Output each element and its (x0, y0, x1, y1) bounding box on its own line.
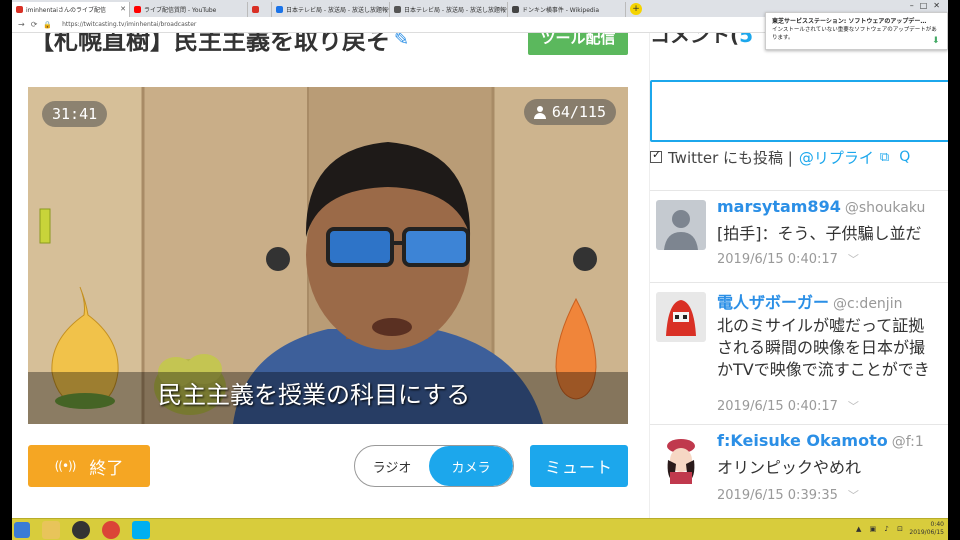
comment-text: 北のミサイルが嘘だって証拠 される瞬間の映像を日本が撮 かTVで映像で流すことが… (717, 316, 930, 379)
browser-tab[interactable]: 日本テレビ局 - 放送局 - 放送し放題報告 (272, 2, 390, 17)
search-icon[interactable]: Q (899, 149, 910, 165)
comment-text: [拍手]：そう、子供騙し並だ (717, 224, 922, 243)
notification-body: インストールされていない重要なソフトウェアのアップデートがあります。 (772, 26, 937, 41)
forward-icon[interactable]: → (18, 20, 25, 29)
window-controls[interactable]: –□✕ (910, 1, 946, 10)
browser-tab[interactable]: iminhentaiさんのライブ配信 ✕ (12, 2, 130, 17)
person-icon (533, 105, 546, 119)
browser-tab[interactable]: 日本テレビ局 - 放送局 - 放送し放題報告 (390, 2, 508, 17)
comment-time: 2019/6/15 0:39:35 (717, 488, 838, 503)
comment-author-handle: @shoukaku (844, 200, 926, 216)
url-field[interactable]: https://twitcasting.tv/iminhentai/broadc… (62, 21, 196, 28)
twitter-post-label: Twitter にも投稿 | (668, 148, 793, 167)
stream-timer: 31:41 (42, 101, 108, 127)
caption-overlay: 民主主義を授業の科目にする (28, 372, 628, 424)
comment-input[interactable] (650, 80, 948, 142)
wikipedia-icon (512, 6, 519, 13)
tab-label: iminhentaiさんのライブ配信 (26, 7, 106, 14)
tab-favicon-icon (252, 6, 259, 13)
end-broadcast-button[interactable]: ((•)) 終了 (28, 445, 150, 487)
update-icon: ⬇ (932, 36, 940, 46)
comment-time: 2019/6/15 0:40:17 (717, 252, 838, 267)
chevron-down-icon[interactable]: ﹀ (848, 489, 859, 502)
browser-tab[interactable]: ドンキン横事件 - Wikipedia (508, 2, 626, 17)
comment-count: 5 (739, 33, 754, 47)
comment-author-name[interactable]: 電人ザボーガー (717, 293, 829, 312)
tab-label: 日本テレビ局 - 放送局 - 放送し放題報告 (286, 7, 390, 14)
video-player: 31:41 64/115 民主主義を授業の科目にする (28, 87, 628, 424)
viewer-count: 64/115 (551, 103, 606, 121)
comment-heading-label: コメント( (650, 33, 740, 47)
tab-favicon-icon (276, 6, 283, 13)
comment-author-name[interactable]: f:Keisuke Okamoto (717, 431, 888, 450)
comment-author[interactable]: marsytam894 @shoukaku (717, 197, 925, 216)
clock-date: 2019/06/15 (909, 529, 944, 536)
twitter-post-checkbox[interactable] (650, 148, 662, 163)
comment-item: marsytam894 @shoukaku [拍手]：そう、子供騙し並だ 2019… (650, 190, 948, 290)
comment-author-handle: @c:denjin (833, 296, 903, 312)
start-button[interactable] (14, 522, 30, 538)
lock-icon: 🔒 (43, 20, 53, 29)
browser-tab[interactable]: ライブ配信質問 - YouTube (130, 2, 248, 17)
notification-title: 東芝サービスステーション: ソフトウェアのアップデー… (772, 18, 927, 25)
robot-avatar-icon (656, 292, 706, 342)
tab-favicon-icon (16, 6, 23, 13)
comment-time: 2019/6/15 0:40:17 (717, 399, 838, 414)
clock[interactable]: 0:40 2019/06/15 (909, 521, 944, 537)
chrome-icon[interactable] (102, 521, 120, 539)
mode-camera-option[interactable]: カメラ (429, 446, 513, 486)
tool-broadcast-button[interactable]: ツール配信 (528, 33, 628, 55)
tab-label: ドンキン横事件 - Wikipedia (522, 7, 600, 14)
comment-heading: コメント(5 (650, 33, 753, 48)
chevron-down-icon[interactable]: ﹀ (848, 253, 859, 266)
comment-time-row: 2019/6/15 0:39:35 ﹀ (717, 487, 859, 503)
comment-author-handle: @f:1 (891, 434, 924, 450)
mode-radio-option[interactable]: ラジオ (355, 446, 429, 486)
new-tab-button[interactable]: + (630, 3, 642, 15)
comment-time-row: 2019/6/15 0:40:17 ﹀ (717, 398, 859, 414)
twitter-post-row: Twitter にも投稿 | @リプライ ⧉ Q (650, 147, 910, 167)
viewer-count-badge: 64/115 (523, 99, 616, 125)
comment-text: オリンピックやめれ (717, 458, 862, 477)
chevron-down-icon[interactable]: ﹀ (848, 400, 859, 413)
file-explorer-icon[interactable] (42, 521, 60, 539)
broadcast-title: 【札幌直樹】民主主義を取り戻そ (30, 33, 390, 55)
taskbar: ▲ ▣ ♪ ⊡ 0:40 2019/06/15 (12, 518, 948, 540)
caption-text: 民主主義を授業の科目にする (158, 381, 471, 409)
browser-tab[interactable] (248, 2, 272, 17)
comment-author[interactable]: 電人ザボーガー @c:denjin (717, 289, 902, 313)
obs-icon[interactable] (72, 521, 90, 539)
update-notification[interactable]: 東芝サービスステーション: ソフトウェアのアップデー… インストールされていない… (765, 12, 948, 50)
screen: iminhentaiさんのライブ配信 ✕ ライブ配信質問 - YouTube 日本… (12, 0, 948, 540)
comment-item: 電人ザボーガー @c:denjin 北のミサイルが嘘だって証拠 される瞬間の映像を… (650, 282, 948, 424)
edit-pencil-icon[interactable]: ✎ (394, 33, 409, 50)
comment-author-name[interactable]: marsytam894 (717, 197, 841, 216)
youtube-icon (134, 6, 141, 13)
clock-time: 0:40 (930, 521, 944, 528)
skype-icon[interactable] (132, 521, 150, 539)
anime-avatar-icon (656, 434, 706, 484)
page-content: 【札幌直樹】民主主義を取り戻そ ✎ ツール配信 31:41 64/115 民主主… (12, 33, 948, 518)
copy-icon[interactable]: ⧉ (880, 150, 889, 165)
broadcast-icon: ((•)) (54, 459, 77, 473)
tab-label: 日本テレビ局 - 放送局 - 放送し放題報告 (404, 7, 508, 14)
default-avatar-icon (656, 200, 706, 250)
reload-icon[interactable]: ⟳ (31, 20, 38, 29)
comment-author[interactable]: f:Keisuke Okamoto @f:1 (717, 431, 924, 450)
system-tray-icons[interactable]: ▲ ▣ ♪ ⊡ (856, 525, 906, 533)
comment-time-row: 2019/6/15 0:40:17 ﹀ (717, 251, 859, 267)
tab-favicon-icon (394, 6, 401, 13)
close-tab-icon[interactable]: ✕ (120, 5, 126, 13)
mute-button[interactable]: ミュート (530, 445, 628, 487)
tab-label: ライブ配信質問 - YouTube (144, 7, 217, 14)
comment-item: f:Keisuke Okamoto @f:1 オリンピックやめれ 2019/6/1… (650, 424, 948, 518)
mode-toggle[interactable]: ラジオ カメラ (354, 445, 514, 487)
reply-link[interactable]: @リプライ (799, 147, 874, 168)
end-label: 終了 (89, 458, 124, 479)
